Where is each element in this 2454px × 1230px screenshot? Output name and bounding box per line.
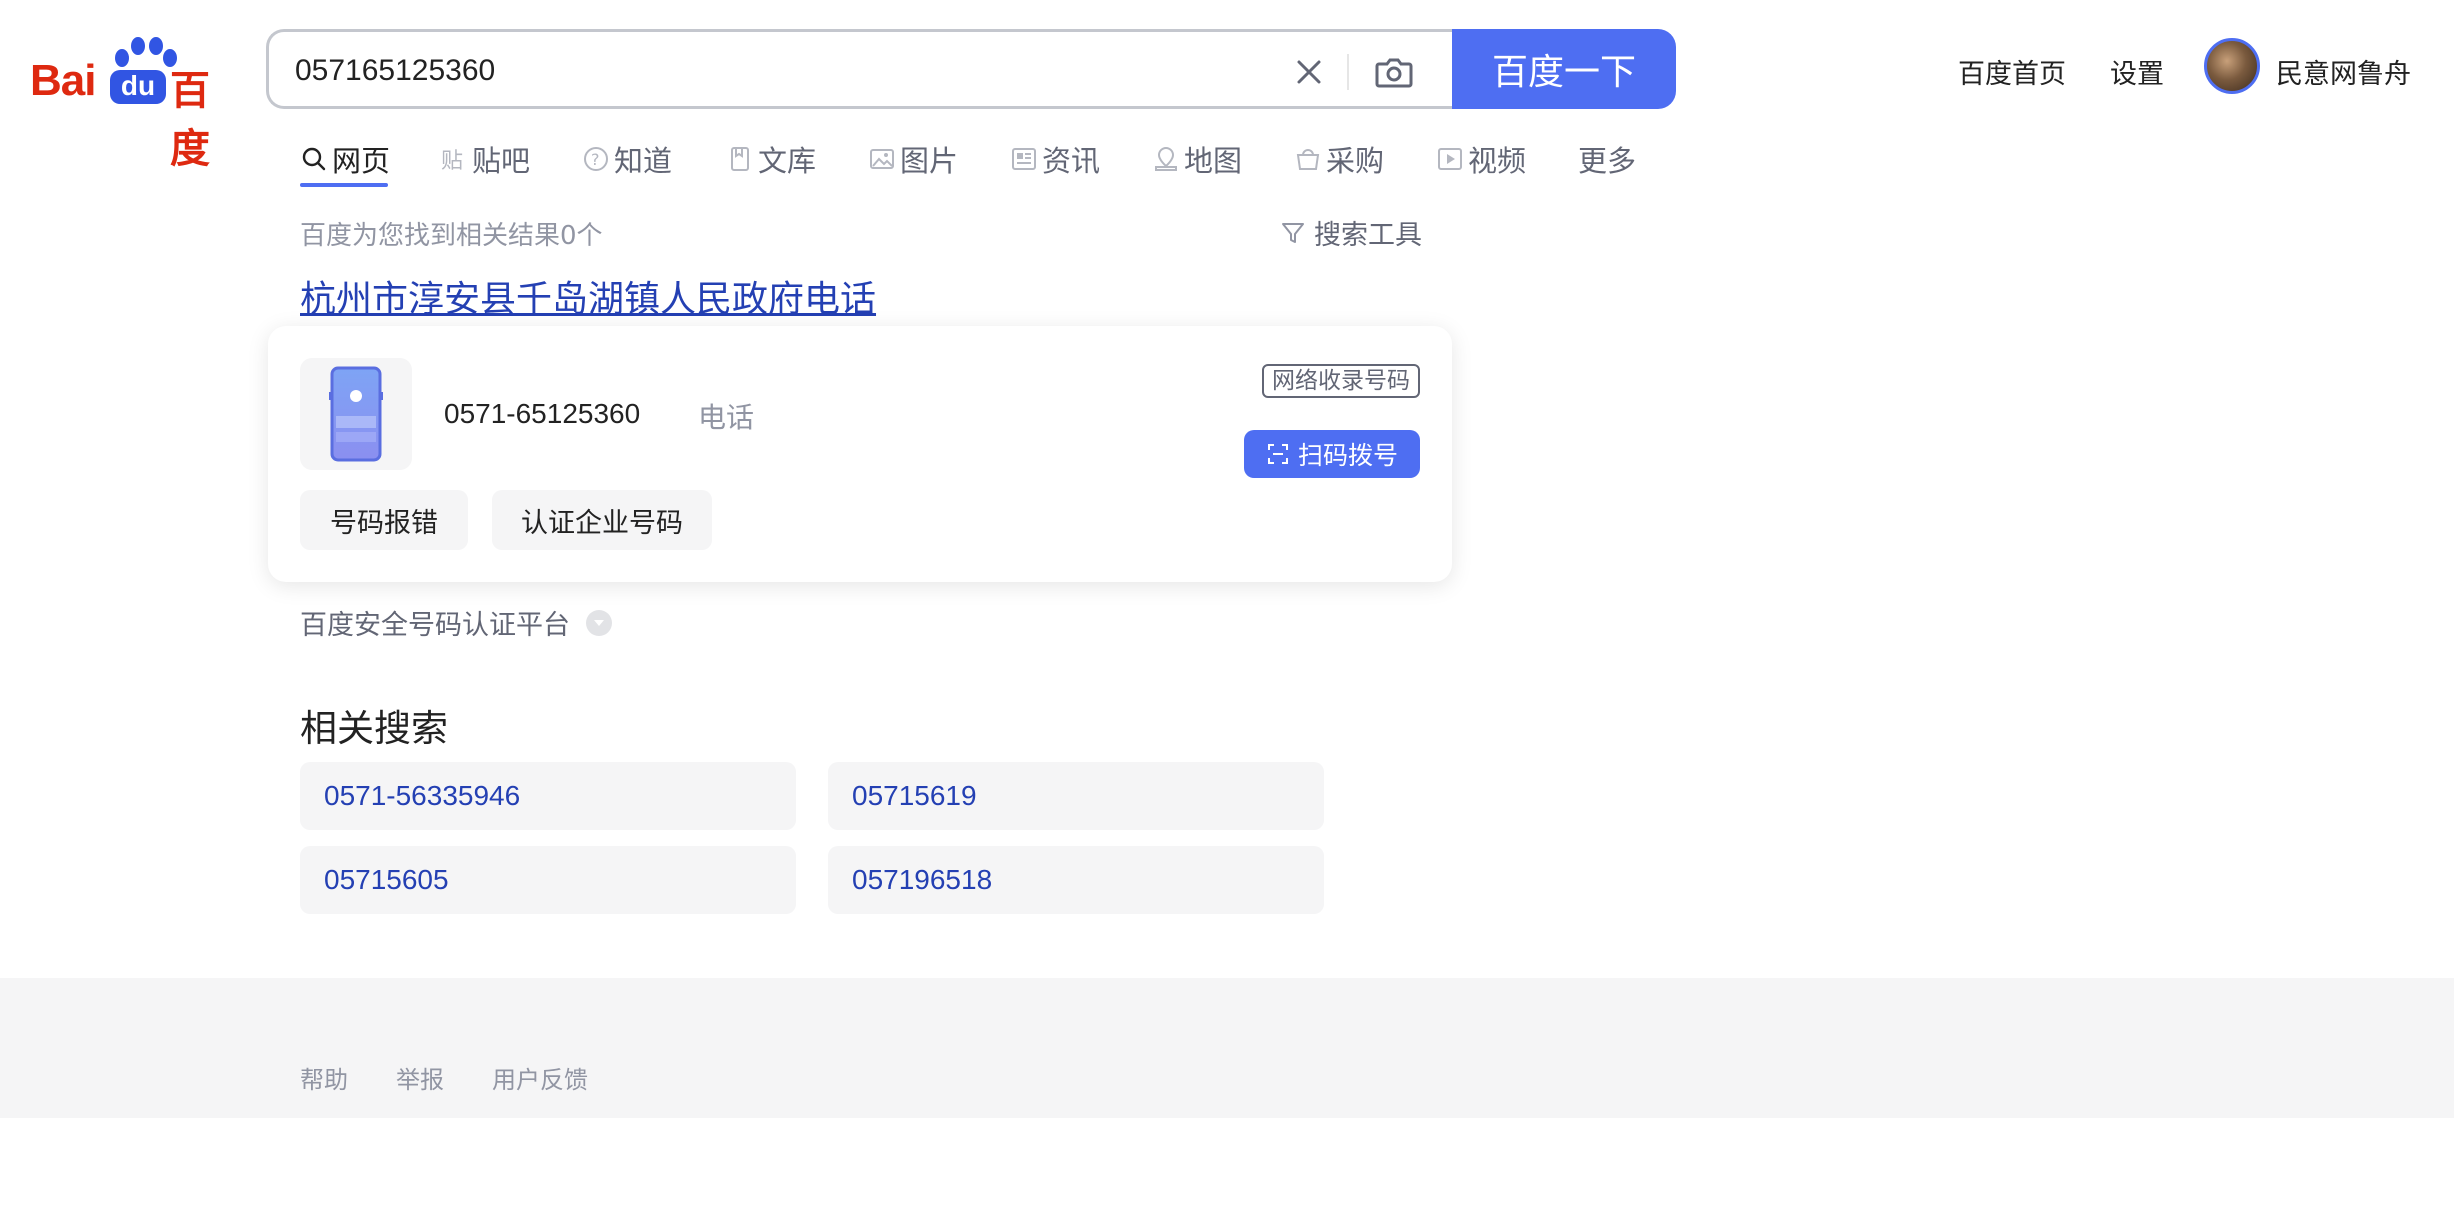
tab-images[interactable]: 图片 bbox=[868, 134, 958, 184]
source-label: 百度安全号码认证平台 bbox=[300, 603, 612, 642]
source-name: 百度安全号码认证平台 bbox=[300, 610, 570, 641]
footer-feedback-link[interactable]: 用户反馈 bbox=[492, 1060, 588, 1095]
username-link[interactable]: 民意网鲁舟 bbox=[2276, 52, 2411, 91]
clear-icon[interactable] bbox=[1287, 50, 1331, 94]
tab-label: 贴吧 bbox=[472, 144, 531, 178]
tab-label: 文库 bbox=[758, 144, 817, 178]
settings-link[interactable]: 设置 bbox=[2110, 52, 2164, 91]
scan-to-dial-label: 扫码拨号 bbox=[1297, 441, 1398, 470]
tab-webpage[interactable]: 网页 bbox=[300, 134, 390, 184]
tab-map[interactable]: 地图 bbox=[1152, 134, 1242, 184]
image-icon bbox=[870, 149, 894, 169]
filter-icon bbox=[1282, 222, 1304, 243]
tab-news[interactable]: 资讯 bbox=[1010, 134, 1100, 184]
tab-label: 资讯 bbox=[1042, 144, 1101, 178]
video-icon bbox=[1438, 148, 1462, 170]
question-icon: ? bbox=[584, 147, 608, 171]
search-input-wrapper bbox=[266, 29, 1452, 109]
tab-wenku[interactable]: 文库 bbox=[726, 134, 816, 184]
document-icon bbox=[731, 147, 749, 171]
tab-tieba[interactable]: 贴 贴吧 bbox=[440, 134, 530, 184]
search-tools-label: 搜索工具 bbox=[1314, 220, 1422, 251]
tab-purchase[interactable]: 采购 bbox=[1294, 134, 1384, 184]
avatar[interactable] bbox=[2204, 38, 2260, 94]
phone-number: 0571-65125360 bbox=[444, 398, 641, 429]
phone-card: 0571-65125360 电话 网络收录号码 扫码拨号 号码报错 认证企业号码 bbox=[268, 326, 1452, 582]
related-search-text: 057196518 bbox=[852, 864, 993, 895]
phone-icon bbox=[329, 366, 383, 462]
result-count: 百度为您找到相关结果0个 bbox=[300, 221, 603, 251]
svg-text:?: ? bbox=[591, 150, 600, 169]
phone-type-label: 电话 bbox=[698, 401, 755, 434]
footer: 帮助 举报 用户反馈 bbox=[0, 978, 2454, 1118]
tieba-icon: 贴 bbox=[441, 149, 463, 173]
tab-label: 采购 bbox=[1326, 144, 1385, 178]
search-submit-button[interactable]: 百度一下 bbox=[1452, 29, 1676, 109]
qr-scan-icon bbox=[1267, 444, 1288, 464]
camera-icon[interactable] bbox=[1371, 50, 1417, 94]
related-search-item[interactable]: 05715619 bbox=[828, 762, 1324, 830]
tab-more[interactable]: 更多 bbox=[1578, 134, 1636, 184]
home-link[interactable]: 百度首页 bbox=[1958, 52, 2066, 91]
tab-label: 更多 bbox=[1578, 144, 1637, 178]
related-search-item[interactable]: 0571-56335946 bbox=[300, 762, 796, 830]
logo-du: du bbox=[110, 70, 166, 104]
related-searches-title: 相关搜索 bbox=[300, 707, 448, 750]
verify-business-number-button[interactable]: 认证企业号码 bbox=[492, 490, 712, 550]
footer-help-link[interactable]: 帮助 bbox=[300, 1060, 348, 1095]
tab-label: 图片 bbox=[900, 144, 959, 178]
svg-text:贴: 贴 bbox=[441, 149, 463, 173]
tab-label: 网页 bbox=[332, 144, 391, 178]
report-number-button[interactable]: 号码报错 bbox=[300, 490, 468, 550]
search-bar: 百度一下 bbox=[266, 29, 1676, 109]
related-search-item[interactable]: 05715605 bbox=[300, 846, 796, 914]
search-tools-button[interactable]: 搜索工具 bbox=[1278, 213, 1422, 252]
result-title-link[interactable]: 杭州市淳安县千岛湖镇人民政府电话 bbox=[300, 270, 876, 322]
logo-text-cn: 百度 bbox=[170, 68, 210, 172]
news-icon bbox=[1012, 148, 1036, 170]
scan-to-dial-button[interactable]: 扫码拨号 bbox=[1244, 430, 1420, 478]
baidu-logo[interactable]: Bai du 百度 bbox=[30, 36, 240, 172]
tab-label: 地图 bbox=[1184, 144, 1243, 178]
phone-thumbnail bbox=[300, 358, 412, 470]
search-icon bbox=[302, 147, 326, 171]
related-search-item[interactable]: 057196518 bbox=[828, 846, 1324, 914]
chevron-down-icon[interactable] bbox=[586, 609, 612, 636]
divider bbox=[1347, 54, 1349, 90]
active-tab-indicator bbox=[300, 183, 388, 187]
map-icon bbox=[1155, 146, 1177, 171]
tab-zhidao[interactable]: ? 知道 bbox=[582, 134, 672, 184]
source-badge: 网络收录号码 bbox=[1262, 364, 1420, 398]
related-search-text: 05715605 bbox=[324, 864, 449, 895]
tab-label: 知道 bbox=[614, 144, 673, 178]
related-search-text: 05715619 bbox=[852, 780, 977, 811]
related-search-text: 0571-56335946 bbox=[324, 780, 521, 811]
search-input[interactable] bbox=[293, 50, 1197, 92]
footer-report-link[interactable]: 举报 bbox=[396, 1060, 444, 1095]
basket-icon bbox=[1296, 149, 1320, 170]
tab-video[interactable]: 视频 bbox=[1436, 134, 1526, 184]
tab-label: 视频 bbox=[1468, 144, 1527, 178]
logo-text-latin: Bai bbox=[30, 56, 96, 105]
